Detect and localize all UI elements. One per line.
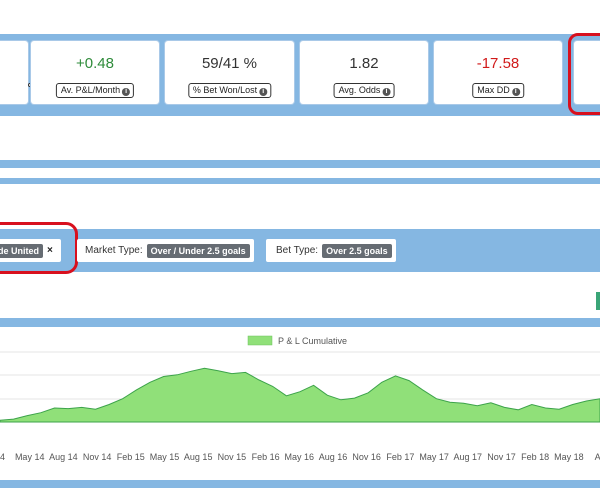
x-tick-label: Nov 17 <box>487 452 516 462</box>
x-tick-label: Aug <box>595 452 600 462</box>
chart-band-bottom <box>0 480 600 488</box>
x-tick-label: May 14 <box>15 452 45 462</box>
stat-value-bet-won-lost: 59/41 % <box>201 55 258 72</box>
pl-chart: P & L Cumulative 4 May 14 Aug 14 Nov 14 Feb … <box>0 335 600 462</box>
x-tick-label: 4 <box>0 452 5 462</box>
x-tick-label: Feb 18 <box>521 452 549 462</box>
stat-card-partial <box>0 41 32 104</box>
stat-label-bet-won-lost[interactable]: % Bet Won/Lost i <box>187 83 272 98</box>
stat-value-avg-pl-month: +0.48 <box>76 55 114 72</box>
filter-bet-type-value: Over 2.5 goals <box>322 243 392 258</box>
filter-market-type-label: Market Type: <box>85 245 143 256</box>
info-icon: i <box>259 88 268 96</box>
stat-label-avg-pl-month[interactable]: Av. P&L/Month i <box>55 83 135 98</box>
legend-label: P & L Cumulative <box>278 336 347 346</box>
x-tick-label: Feb 16 <box>252 452 280 462</box>
info-icon: i <box>511 88 520 96</box>
highlight-annotation-stats <box>568 33 600 115</box>
stat-card-avg-odds: 1.82 Avg. Odds i <box>300 41 428 104</box>
stat-card-avg-pl-month: +0.48 Av. P&L/Month i <box>31 41 159 104</box>
x-axis-ticks: 4 May 14 Aug 14 Nov 14 Feb 15 May 15 Aug 15 Nov… <box>0 452 600 462</box>
stat-card-bet-won-lost: 59/41 % % Bet Won/Lost i <box>165 41 294 104</box>
stat-label-avg-odds[interactable]: Avg. Odds i <box>333 83 395 98</box>
x-tick-label: May 15 <box>150 452 180 462</box>
info-icon: i <box>122 88 131 96</box>
legend-swatch <box>247 335 273 346</box>
x-tick-label: Aug 16 <box>319 452 348 462</box>
x-tick-label: May 18 <box>554 452 584 462</box>
x-tick-label: Aug 14 <box>49 452 78 462</box>
stat-value-avg-odds: 1.82 <box>349 55 379 72</box>
x-tick-label: Feb 17 <box>386 452 414 462</box>
chart-legend[interactable]: P & L Cumulative <box>247 335 347 346</box>
x-tick-label: May 17 <box>419 452 449 462</box>
stat-label-max-dd[interactable]: Max DD i <box>472 83 524 98</box>
green-marker <box>596 292 600 310</box>
pl-area <box>0 367 600 423</box>
x-tick-label: Aug 17 <box>454 452 483 462</box>
x-tick-label: May 16 <box>285 452 315 462</box>
chart-band-top <box>0 318 600 327</box>
separator-1 <box>0 160 600 168</box>
x-tick-label: Feb 15 <box>117 452 145 462</box>
x-tick-label: Aug 15 <box>184 452 213 462</box>
stat-value-max-dd: -17.58 <box>476 55 520 72</box>
x-tick-label: Nov 16 <box>352 452 381 462</box>
separator-2 <box>0 178 600 184</box>
filter-bet-type[interactable]: Bet Type: Over 2.5 goals <box>266 239 396 262</box>
highlight-annotation-filter <box>0 222 78 274</box>
filter-market-type-value: Over / Under 2.5 goals <box>146 243 250 258</box>
stat-card-max-dd: -17.58 Max DD i <box>434 41 562 104</box>
x-tick-label: Nov 14 <box>83 452 112 462</box>
x-tick-label: Nov 15 <box>218 452 247 462</box>
info-icon: i <box>382 88 391 96</box>
filter-bet-type-label: Bet Type: <box>276 245 319 256</box>
filter-market-type[interactable]: Market Type: Over / Under 2.5 goals <box>77 239 254 262</box>
